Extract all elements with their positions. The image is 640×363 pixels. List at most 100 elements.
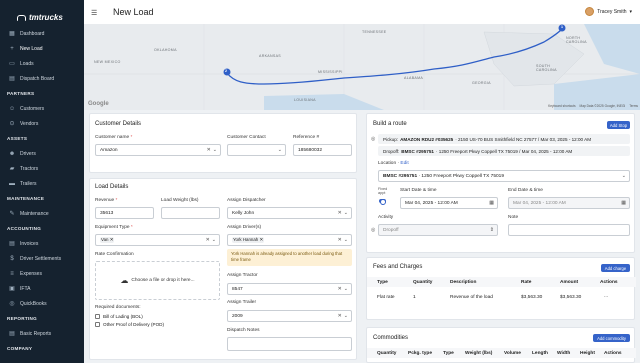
activity-select[interactable]: Dropoff ⇕ [378,224,498,236]
doc-pod-checkbox[interactable]: Other Proof of Delivery (POD) [95,322,164,327]
sidebar-item-quickbooks[interactable]: ◎ QuickBooks [0,296,84,311]
commodity-col: Quantity [377,351,397,356]
customer-contact-select[interactable]: ⌄ [227,144,286,156]
doc-bol-label: Bill of Lading (BOL) [103,314,143,319]
nav-section-partners: PARTNERS [7,91,35,96]
revenue-label: Revenue * [95,198,118,203]
route-pickup-row[interactable]: Pickup: AMAZON RDU2 #035625 · 2150 US-70… [378,134,630,144]
chevron-down-icon[interactable]: ⌄ [212,237,216,243]
dispatch-notes-textarea[interactable] [227,337,352,351]
sidebar-item-new-load[interactable]: + New Load [0,41,84,56]
fees-cell-rate: $3,563.30 [521,295,543,300]
sidebar-item-tractors[interactable]: ▰ Tractors [0,161,84,176]
map-marker-2-label[interactable]: 2 [225,69,227,73]
rate-confirmation-dropzone[interactable]: ☁ Choose a file or drop it here... [95,261,220,300]
clear-icon[interactable]: ✕ [338,210,342,216]
reference-input[interactable]: 185680032 [293,144,352,156]
revenue-input[interactable]: 35613 [95,207,154,219]
map-shortcuts-link[interactable]: Keyboard shortcuts [548,104,575,108]
tractor-icon: ▰ [9,166,15,172]
add-stop-button[interactable]: Add Stop [607,121,630,129]
fixed-appt-toggle[interactable] [379,199,386,205]
location-edit-link[interactable]: Edit [400,161,408,166]
add-commodity-button[interactable]: Add commodity [593,334,630,342]
route-title: Build a route [373,121,407,127]
end-date-value: Mar 04, 2025 - 12:00 AM [513,200,566,206]
note-input[interactable] [508,224,630,236]
route-map[interactable]: TENNESSEE NORTH CAROLINA SOUTH CAROLINA … [84,24,640,110]
chevron-down-icon[interactable]: ⌄ [344,313,348,319]
sidebar-item-dispatch-board[interactable]: ▤ Dispatch Board [0,71,84,86]
chevron-down-icon[interactable]: ⌄ [344,286,348,292]
dropzone-text: Choose a file or drop it here... [131,278,195,283]
driver-chip[interactable]: York Hannah ✕ [232,237,265,243]
fees-col-type: Type [377,280,388,285]
sidebar-item-customers[interactable]: ☺ Customers [0,101,84,116]
map-label: TENNESSEE [362,30,387,34]
route-dropoff-row[interactable]: Dropoff: BMSC #295751 · 1250 Freeport Pk… [378,146,630,156]
sidebar-item-expenses[interactable]: ≡ Expenses [0,266,84,281]
clear-icon[interactable]: ✕ [338,237,342,243]
chevron-down-icon[interactable]: ⌄ [344,237,348,243]
calendar-icon[interactable]: ▦ [621,200,626,206]
sidebar-item-ifta[interactable]: ▣ IFTA [0,281,84,296]
tractor-select[interactable]: 8547 ✕ ⌄ [227,283,352,295]
menu-icon[interactable]: ☰ [91,9,97,17]
chevron-down-icon[interactable]: ⌄ [344,210,348,216]
sidebar-item-label: Dispatch Board [20,75,55,82]
reference-value: 185680032 [298,147,323,153]
route-stop-icon: ◎ [371,136,376,142]
map-marker-1-label[interactable]: 1 [561,25,563,29]
doc-bol-checkbox[interactable]: Bill of Lading (BOL) [95,314,143,319]
sidebar-item-trailers[interactable]: ▬ Trailers [0,176,84,191]
clear-icon[interactable]: ✕ [338,286,342,292]
chevron-updown-icon[interactable]: ⇕ [490,227,494,233]
user-menu[interactable]: Tracey Smith ▾ [585,7,632,16]
sidebar-item-dashboard[interactable]: ▦ Dashboard [0,26,84,41]
clear-icon[interactable]: ✕ [206,237,210,243]
sidebar-item-basic-reports[interactable]: ▤ Basic Reports [0,326,84,341]
fees-title: Fees and Charges [373,264,423,270]
location-select[interactable]: BMSC #295751 · 1250 Freeport Pkwy Coppel… [378,170,630,182]
sidebar-item-label: New Load [20,45,43,52]
sidebar-item-vendors[interactable]: ⊙ Vendors [0,116,84,131]
more-actions-icon[interactable]: ... [604,294,608,299]
customer-name-select[interactable]: Amazon ✕ ⌄ [95,144,221,156]
sidebar-item-label: Driver Settlements [20,255,62,262]
clear-icon[interactable]: ✕ [207,147,211,153]
chevron-down-icon[interactable]: ⌄ [278,147,282,153]
equipment-chip[interactable]: Van ✕ [100,237,115,243]
sidebar-item-loads[interactable]: ▭ Loads [0,56,84,71]
map-terms-link[interactable]: Terms [629,104,638,108]
app-logo[interactable]: tmtrucks [0,0,84,26]
fees-cell-amount: $3,563.30 [560,295,582,300]
chevron-down-icon[interactable]: ⌄ [622,173,626,179]
location-name: BMSC #295751 [383,173,418,179]
checkbox-icon[interactable] [95,322,100,327]
start-date-input[interactable]: Mar 04, 2025 - 12:00 AM ▦ [400,197,498,209]
drivers-select[interactable]: York Hannah ✕ ✕ ⌄ [227,234,352,246]
add-charge-button[interactable]: Add charge [601,264,630,272]
sidebar-item-label: Tractors [20,165,39,172]
sidebar-item-driver-settlements[interactable]: $ Driver Settlements [0,251,84,266]
sidebar-item-maintenance[interactable]: ✎ Maintenance [0,206,84,221]
end-date-input[interactable]: Mar 04, 2025 - 12:00 AM ▦ [508,197,630,209]
nav-section-assets: ASSETS [7,136,28,141]
checkbox-icon[interactable] [95,314,100,319]
commodity-col: Weight (lbs) [465,351,493,356]
truck-icon: ▭ [9,61,15,67]
nav-section-accounting: ACCOUNTING [7,226,42,231]
dispatcher-select[interactable]: Kelly John ✕ ⌄ [227,207,352,219]
trailer-select[interactable]: 2009 ✕ ⌄ [227,310,352,322]
clear-icon[interactable]: ✕ [338,313,342,319]
weight-input[interactable] [161,207,220,219]
sidebar-item-invoices[interactable]: ▤ Invoices [0,236,84,251]
sidebar-item-drivers[interactable]: ☻ Drivers [0,146,84,161]
equipment-select[interactable]: Van ✕ ✕ ⌄ [95,234,220,246]
chevron-down-icon[interactable]: ⌄ [213,147,217,153]
logo-mark-icon [17,14,26,21]
drivers-label: Assign Driver(s) [227,225,262,230]
revenue-label-text: Revenue [95,198,115,203]
fees-header-row [367,277,636,287]
calendar-icon[interactable]: ▦ [489,200,494,206]
